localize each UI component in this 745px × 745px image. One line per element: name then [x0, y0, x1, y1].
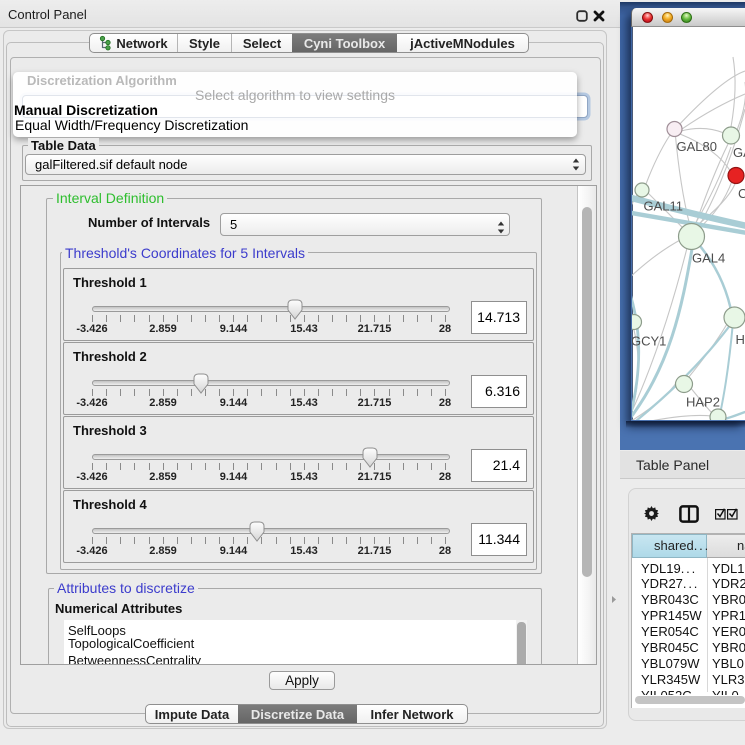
- svg-text:HAP2: HAP2: [686, 395, 720, 410]
- svg-text:GAL11: GAL11: [644, 199, 684, 214]
- svg-text:GAL4: GAL4: [692, 251, 725, 266]
- svg-text:GCY1: GCY1: [632, 334, 666, 349]
- svg-text:H: H: [736, 332, 745, 347]
- svg-text:C: C: [738, 186, 745, 201]
- svg-text:GAL80: GAL80: [677, 139, 717, 154]
- svg-text:GA: GA: [733, 145, 745, 160]
